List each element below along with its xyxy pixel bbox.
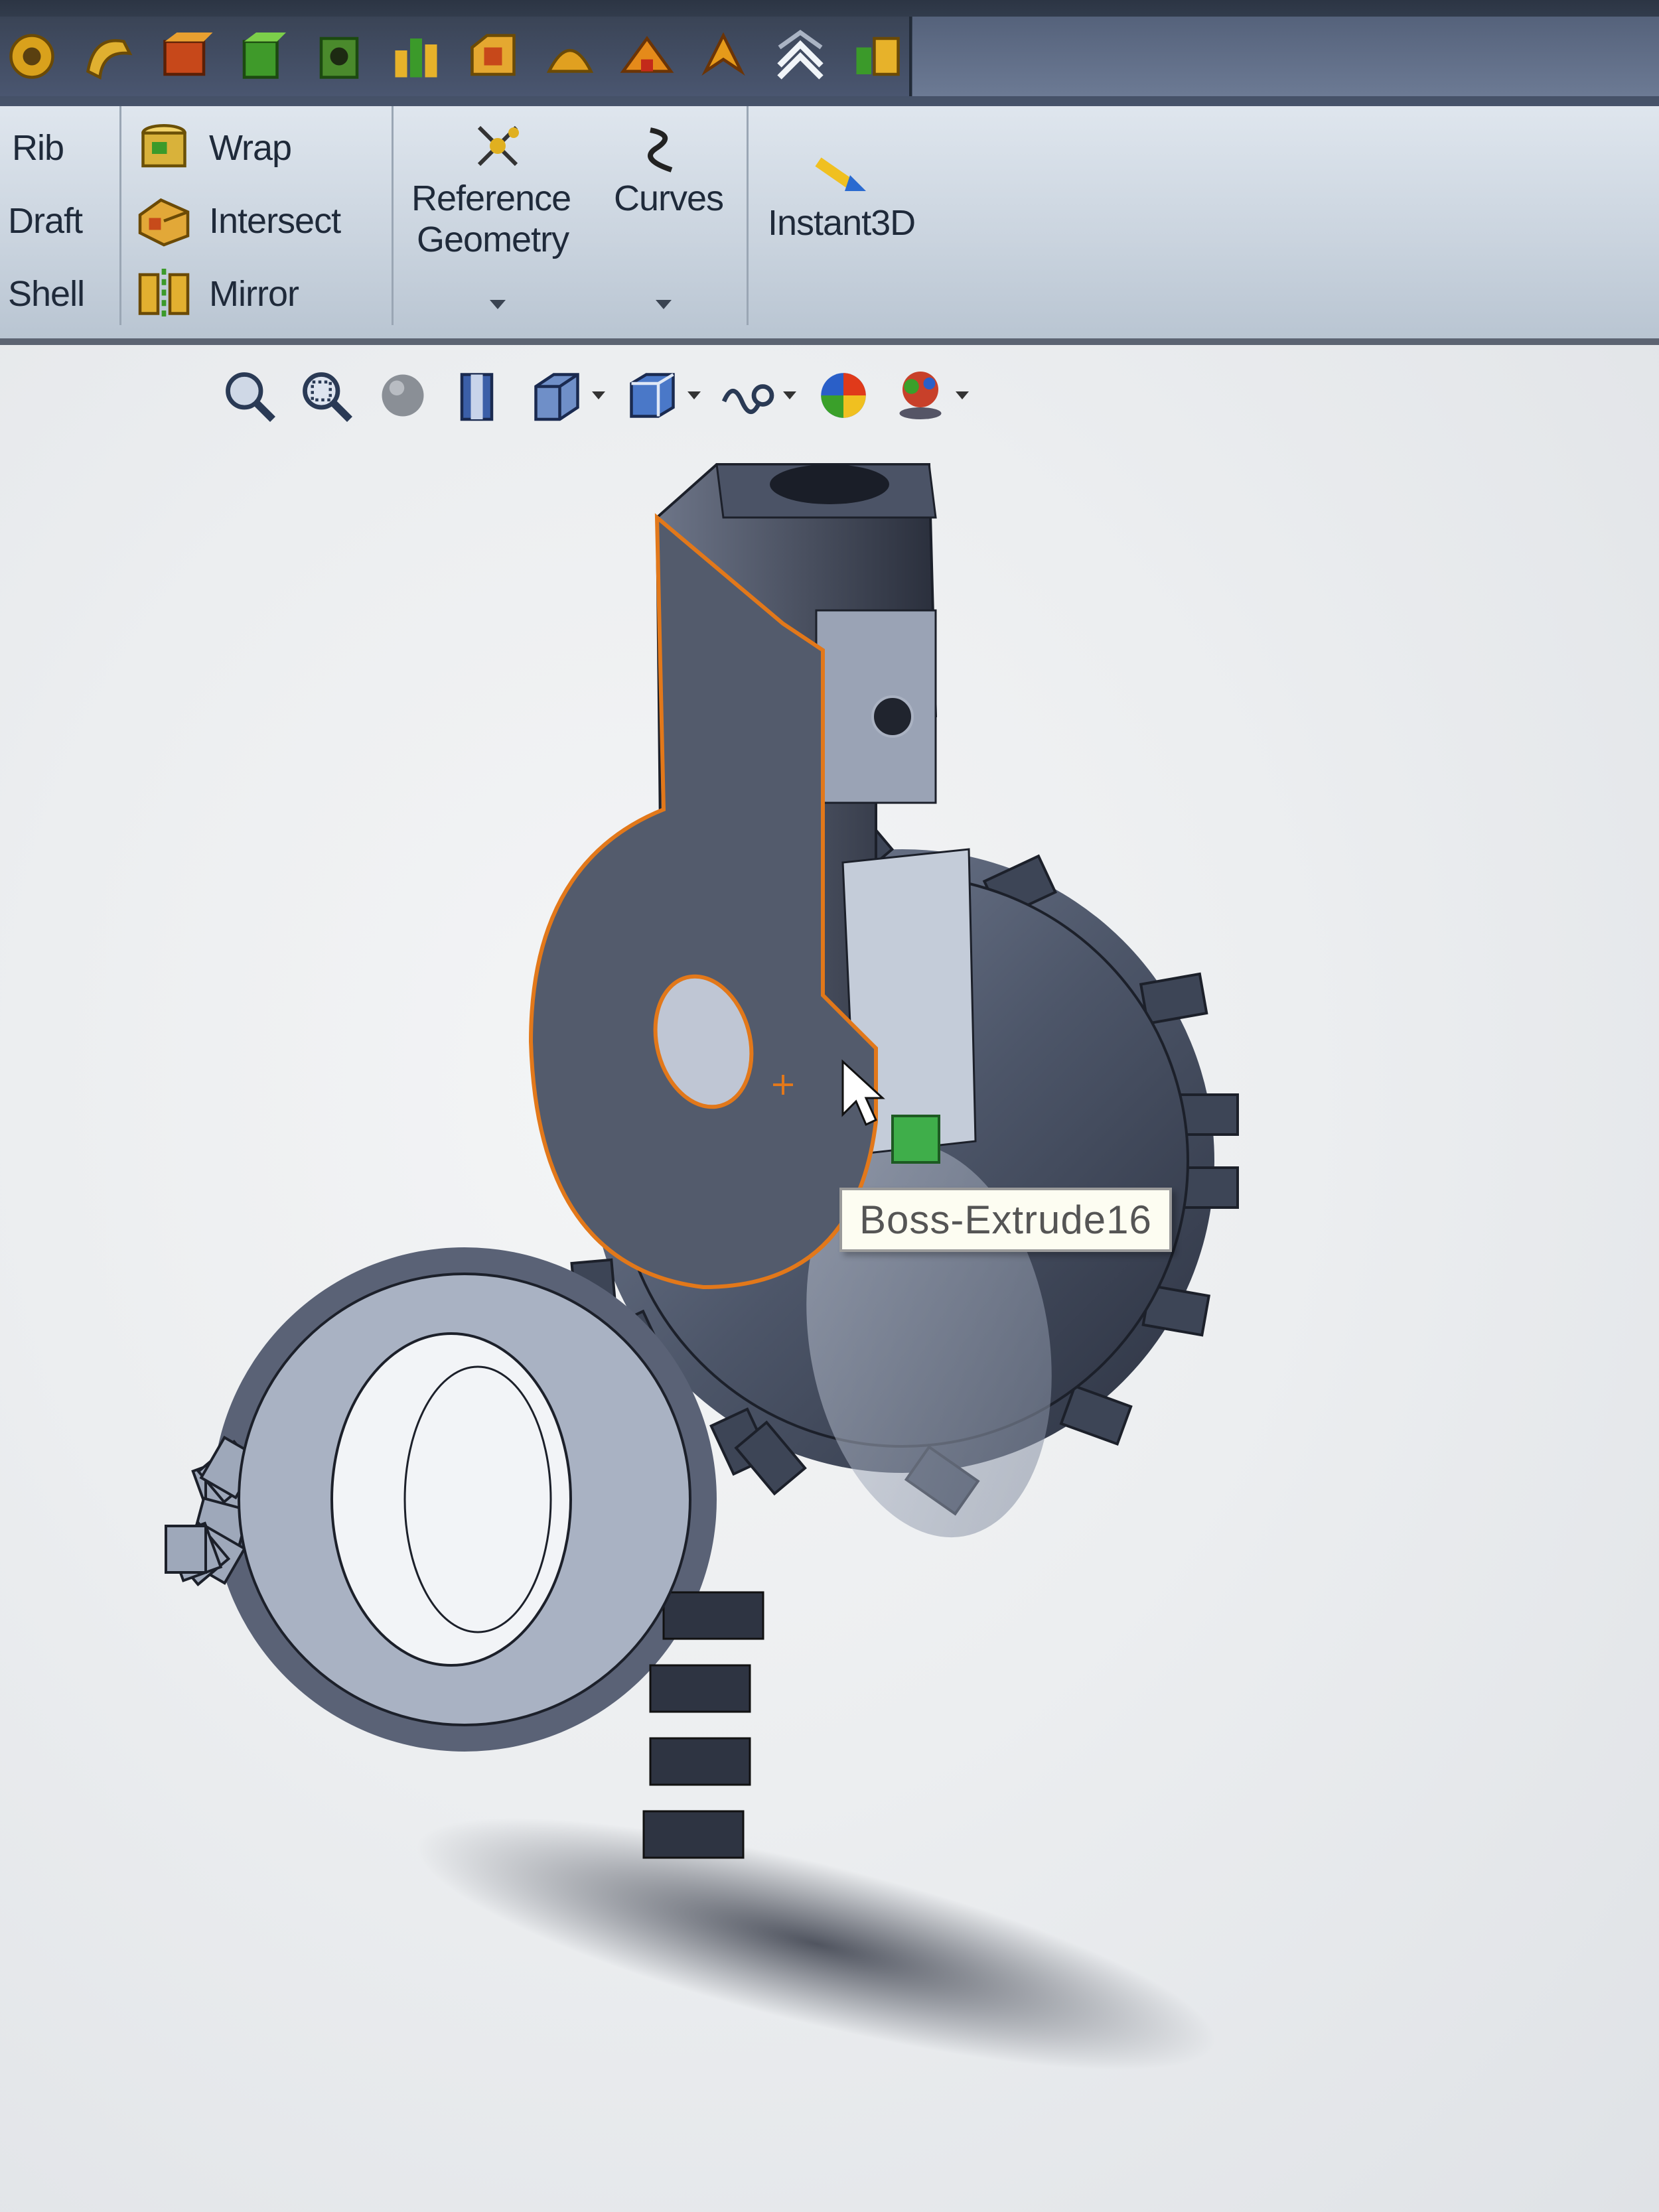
reference-geometry-icon[interactable] <box>471 119 524 173</box>
gear-assembly-model[interactable] <box>0 345 1659 2212</box>
curves-button[interactable]: Curves <box>614 178 724 219</box>
instant3d-button[interactable]: Instant3D <box>768 202 916 243</box>
curves-icon[interactable] <box>637 122 690 175</box>
rib-button[interactable]: Rib <box>12 127 64 169</box>
draft-button[interactable]: Draft <box>8 200 83 242</box>
shell-button[interactable]: Shell <box>8 273 85 314</box>
reference-geometry-label-1[interactable]: Reference <box>411 178 571 219</box>
feature-icon-row <box>0 17 912 96</box>
green-handle-icon <box>891 1115 940 1164</box>
dome-icon[interactable] <box>538 23 602 90</box>
intersect-button[interactable]: Intersect <box>209 200 341 242</box>
ribbon-group-instant3d: Instant3D <box>747 106 952 325</box>
hole-icon[interactable] <box>307 23 371 90</box>
feature-tooltip: Boss-Extrude16 <box>839 1188 1172 1252</box>
wrap-icon[interactable] <box>134 118 194 178</box>
features-ribbon: Rib Draft Shell Wrap Intersect Mirror Re… <box>0 106 1659 345</box>
quick-access-toolbar <box>0 0 1659 106</box>
reference-geometry-dropdown[interactable] <box>490 300 506 309</box>
indent-icon[interactable] <box>845 23 909 90</box>
ribbon-group-rib-draft-shell: Rib Draft Shell <box>0 106 121 325</box>
mirror-button[interactable]: Mirror <box>209 273 299 314</box>
extrude-cut-icon[interactable] <box>230 23 294 90</box>
intersect-icon[interactable] <box>134 191 194 251</box>
curves-dropdown[interactable] <box>656 300 672 309</box>
ribbon-group-wrap-intersect-mirror: Wrap Intersect Mirror <box>119 106 394 325</box>
mirror-icon[interactable] <box>134 263 194 322</box>
loft-cut-icon[interactable] <box>461 23 525 90</box>
ground-shadow <box>416 1818 1216 2070</box>
loft-icon[interactable] <box>154 23 218 90</box>
rib-feature-icon[interactable] <box>384 23 448 90</box>
reference-geometry-label-2[interactable]: Geometry <box>417 219 569 260</box>
ribbon-group-reference-curves: Reference Geometry Curves <box>392 106 749 325</box>
instant3d-icon[interactable] <box>813 146 879 199</box>
wrap-button[interactable]: Wrap <box>209 127 292 169</box>
graphics-area[interactable]: Boss-Extrude16 <box>0 345 1659 2212</box>
flex-icon[interactable] <box>615 23 679 90</box>
freeform-icon[interactable] <box>768 23 832 90</box>
revolve-icon[interactable] <box>0 23 64 90</box>
sweep-icon[interactable] <box>77 23 141 90</box>
title-bar-area <box>912 17 1659 96</box>
deform-icon[interactable] <box>691 23 755 90</box>
